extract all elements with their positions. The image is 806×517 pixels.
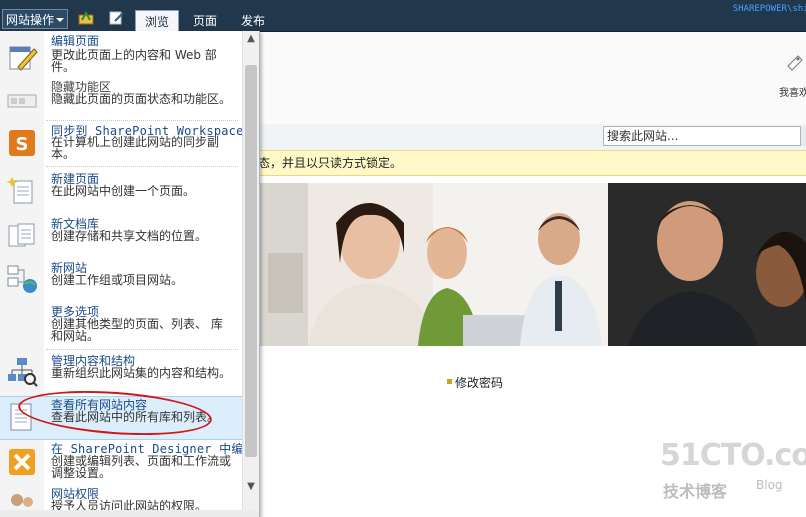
menu-item-edit-page[interactable]: 编辑页面 更改此页面上的内容和 Web 部件。 — [0, 35, 242, 79]
new-page-icon — [6, 177, 33, 204]
site-actions-label: 网站操作 — [6, 13, 55, 27]
edit-page-icon — [9, 46, 38, 71]
menu-item-description: 创建存储和共享文档的位置。 — [51, 229, 208, 243]
site-structure-icon — [8, 358, 38, 387]
tab-browse[interactable]: 浏览 — [135, 10, 179, 31]
status-message: 态，并且以只读方式锁定。 — [258, 156, 403, 170]
bullet-icon — [447, 379, 452, 384]
change-password-link[interactable]: 修改密码 — [455, 374, 503, 391]
watermark-subtitle: 技术博客 — [663, 482, 728, 501]
sharepoint-workspace-icon: S — [9, 130, 35, 156]
menu-item-title: 编辑页面 — [51, 34, 100, 48]
menu-item-description: 创建工作组或项目网站。 — [51, 273, 184, 287]
sharepoint-designer-icon — [9, 449, 35, 475]
menu-item-new-doc-library[interactable]: 新文档库 创建存储和共享文档的位置。 — [0, 216, 242, 258]
scroll-up-icon[interactable]: ▲ — [243, 33, 259, 47]
scrollbar-thumb[interactable] — [245, 65, 257, 457]
menu-item-description: 创建其他类型的页面、列表、 库和网站。 — [51, 317, 223, 343]
menu-item-more-options[interactable]: 更多选项 创建其他类型的页面、列表、 库和网站。 — [0, 304, 242, 350]
menu-item-new-page[interactable]: 新建页面 在此网站中创建一个页面。 — [0, 173, 242, 213]
menu-item-description: 重新组织此网站集的内容和结构。 — [51, 366, 232, 380]
menu-item-sharepoint-designer[interactable]: 在 SharePoint Designer 中编辑 创建或编辑列表、页面和工作流… — [0, 442, 256, 488]
menu-item-manage-content[interactable]: 管理内容和结构 重新组织此网站集的内容和结构。 — [0, 353, 242, 395]
scroll-down-icon[interactable]: ▼ — [243, 481, 259, 495]
navigate-up-icon[interactable] — [78, 11, 94, 25]
menu-item-description: 在计算机上创建此网站的同步副本。 — [51, 135, 220, 161]
tab-page[interactable]: 页面 — [185, 10, 225, 31]
search-button[interactable] — [800, 126, 806, 146]
menu-scrollbar[interactable]: ▲ ▼ — [242, 31, 259, 517]
menu-item-sync-workspace[interactable]: S 同步到 SharePoint Workspace 在计算机上创建此网站的同步… — [0, 123, 243, 167]
tag-icon[interactable] — [784, 52, 804, 74]
search-input[interactable]: 搜索此网站... — [603, 126, 801, 146]
menu-item-description: 在此网站中创建一个页面。 — [51, 184, 196, 198]
menu-item-hide-ribbon[interactable]: 隐藏功能区 隐藏此页面的页面状态和功能区。 — [0, 79, 242, 121]
menu-item-description: 创建或编辑列表、页面和工作流或调整设置。 — [51, 454, 232, 480]
watermark-logo: 51CTO.com — [660, 438, 806, 473]
document-library-icon — [8, 223, 35, 247]
menu-item-description: 更改此页面上的内容和 Web 部件。 — [51, 48, 217, 74]
new-site-icon — [7, 265, 37, 293]
ribbon-top-bar: 网站操作 浏览 页面 发布 SHAREPOWER\shis — [0, 0, 806, 32]
site-actions-button[interactable]: 网站操作 — [2, 9, 68, 29]
menu-item-description: 隐藏此页面的页面状态和功能区。 — [51, 92, 232, 106]
i-like-it-label[interactable]: 我喜欢 — [779, 84, 806, 99]
banner-image — [258, 183, 806, 346]
menu-separator — [46, 166, 238, 167]
tab-publish[interactable]: 发布 — [233, 10, 273, 31]
svg-text:S: S — [16, 134, 29, 155]
hide-ribbon-icon — [7, 94, 37, 108]
horizontal-scrollbar[interactable] — [0, 510, 259, 517]
menu-item-new-site[interactable]: 新网站 创建工作组或项目网站。 — [0, 260, 242, 302]
edit-icon[interactable] — [109, 11, 125, 25]
watermark-blog: Blog — [756, 478, 783, 492]
user-menu[interactable]: SHAREPOWER\shis — [733, 4, 806, 14]
chevron-down-icon — [56, 18, 64, 22]
site-actions-menu: 编辑页面 更改此页面上的内容和 Web 部件。 隐藏功能区 隐藏此页面的页面状态… — [0, 31, 260, 517]
menu-separator — [46, 120, 238, 121]
menu-separator — [46, 349, 238, 350]
